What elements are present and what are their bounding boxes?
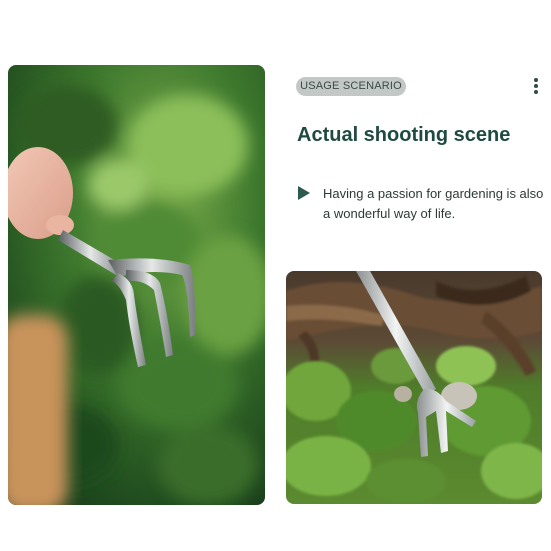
product-detail-page: USAGE SCENARIO Actual shooting scene Hav…	[0, 0, 551, 551]
hand-holding-rake-photo	[8, 65, 265, 505]
description-text: Having a passion for gardening is also a…	[323, 186, 544, 221]
usage-scenario-badge: USAGE SCENARIO	[296, 77, 406, 96]
more-vertical-icon[interactable]	[533, 78, 539, 98]
section-title: Actual shooting scene	[297, 124, 511, 146]
play-icon	[298, 186, 310, 200]
rake-in-moss-photo	[286, 271, 542, 504]
